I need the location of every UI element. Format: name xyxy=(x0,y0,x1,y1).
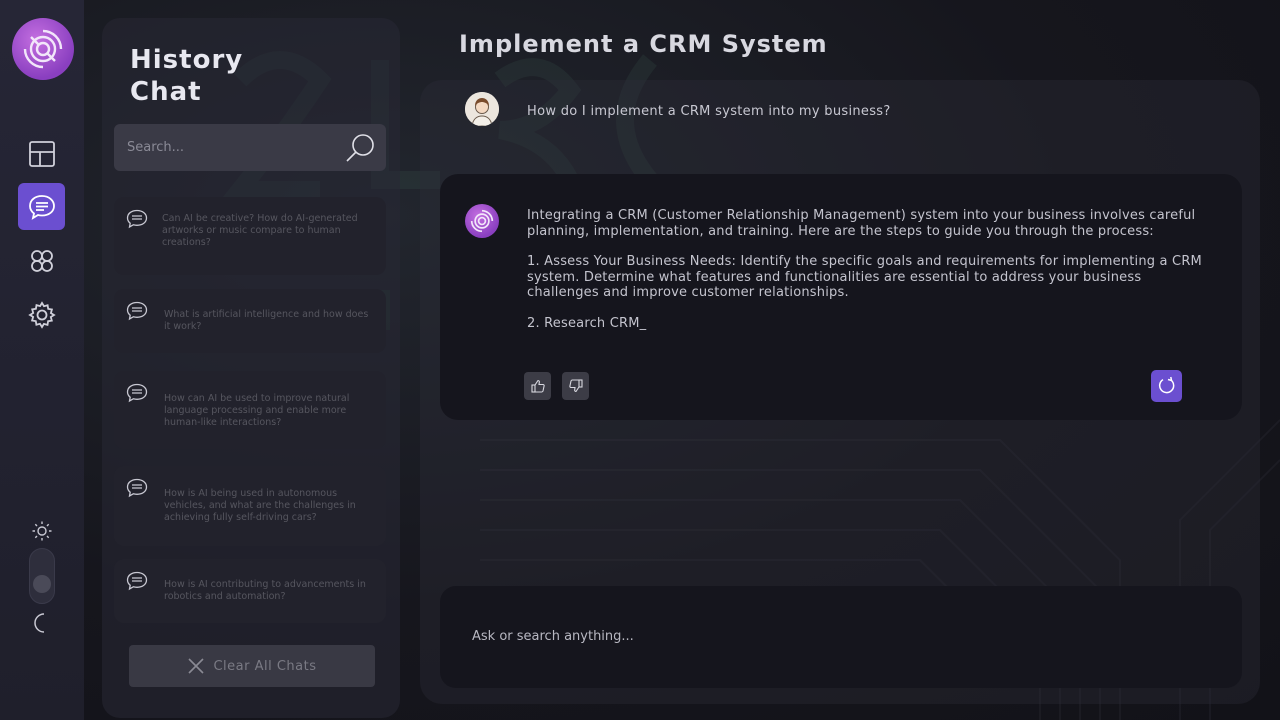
chat-bubble-icon xyxy=(126,209,148,229)
rail-item-community[interactable] xyxy=(18,237,65,284)
ai-paragraph: 1. Assess Your Business Needs: Identify … xyxy=(527,254,1202,300)
chat-icon xyxy=(28,194,55,220)
search-icon[interactable] xyxy=(344,132,376,164)
history-item[interactable]: What is artificial intelligence and how … xyxy=(114,289,386,353)
refresh-icon xyxy=(1158,376,1174,394)
prompt-box xyxy=(440,586,1242,688)
history-item-text: How can AI be used to improve natural la… xyxy=(164,393,350,428)
search-input[interactable] xyxy=(114,124,334,171)
thumbs-down-icon xyxy=(568,379,583,393)
app-logo xyxy=(12,18,74,80)
community-icon xyxy=(30,249,53,272)
sun-icon[interactable] xyxy=(31,520,53,542)
clear-all-chats-button[interactable]: Clear All Chats xyxy=(129,645,375,687)
rail-item-dashboard[interactable] xyxy=(18,130,65,177)
history-search xyxy=(114,124,386,171)
theme-toggle-knob xyxy=(33,575,51,593)
clear-all-chats-label: Clear All Chats xyxy=(213,658,317,674)
history-title: History Chat xyxy=(130,45,244,107)
ai-paragraph: 2. Research CRM_ xyxy=(527,315,647,331)
logo-icon xyxy=(470,209,494,233)
user-avatar xyxy=(465,92,499,126)
app-window: History Chat Can AI be creative? How do … xyxy=(0,0,1280,720)
user-message: How do I implement a CRM system into my … xyxy=(527,104,891,119)
chat-bubble-icon xyxy=(126,571,148,591)
history-item-text: What is artificial intelligence and how … xyxy=(164,309,369,332)
ai-paragraph: Integrating a CRM (Customer Relationship… xyxy=(527,208,1196,239)
regenerate-button[interactable] xyxy=(1151,370,1182,402)
history-item[interactable]: Can AI be creative? How do AI-generated … xyxy=(114,197,386,275)
history-panel: History Chat Can AI be creative? How do … xyxy=(102,18,400,718)
logo-icon xyxy=(23,29,63,69)
chat-bubble-icon xyxy=(126,478,148,498)
chat-bubble-icon xyxy=(126,383,148,403)
moon-icon[interactable] xyxy=(31,612,53,634)
user-avatar-icon xyxy=(465,92,499,126)
sidebar-rail xyxy=(0,0,84,720)
thumbs-down-button[interactable] xyxy=(562,372,589,400)
ai-avatar xyxy=(465,204,499,238)
close-icon xyxy=(188,658,205,674)
thumbs-up-button[interactable] xyxy=(524,372,551,400)
thumbs-up-icon xyxy=(530,379,545,393)
ai-response-text: Integrating a CRM (Customer Relationship… xyxy=(527,208,1207,346)
gear-icon xyxy=(27,300,56,329)
history-item-text: How is AI contributing to advancements i… xyxy=(164,579,366,602)
rail-item-chat[interactable] xyxy=(18,183,65,230)
theme-toggle[interactable] xyxy=(29,548,55,604)
history-item-text: Can AI be creative? How do AI-generated … xyxy=(162,213,358,248)
history-item[interactable]: How can AI be used to improve natural la… xyxy=(114,371,386,449)
page-title: Implement a CRM System xyxy=(459,30,828,58)
layout-icon xyxy=(28,140,55,167)
history-item[interactable]: How is AI contributing to advancements i… xyxy=(114,559,386,623)
rail-item-settings[interactable] xyxy=(18,291,65,338)
ask-input[interactable] xyxy=(472,622,1212,650)
history-item[interactable]: How is AI being used in autonomous vehic… xyxy=(114,466,386,546)
history-item-text: How is AI being used in autonomous vehic… xyxy=(164,488,356,523)
chat-bubble-icon xyxy=(126,301,148,321)
